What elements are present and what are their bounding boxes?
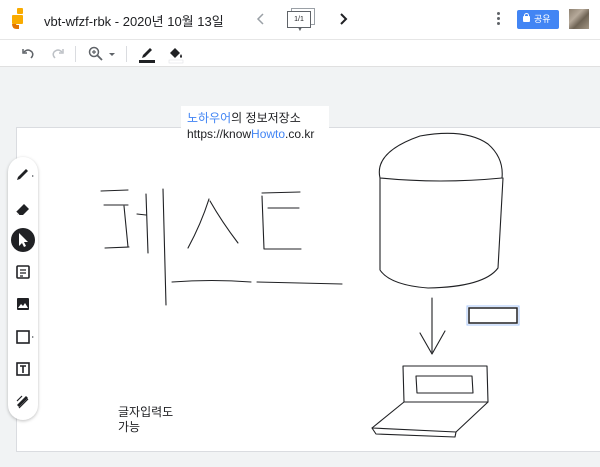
note-line-1: 글자입력도 [118, 405, 174, 419]
frame-counter: 1/1 [287, 11, 311, 28]
next-frame-button[interactable] [336, 10, 350, 28]
lock-icon [523, 13, 530, 22]
chevron-left-icon [256, 13, 264, 25]
eraser-icon[interactable] [11, 197, 35, 221]
zoom-icon[interactable] [86, 44, 106, 64]
whiteboard-canvas[interactable] [16, 127, 600, 452]
toolbar-divider [75, 46, 76, 62]
zoom-dropdown-icon[interactable] [106, 44, 118, 64]
label-line-2: https://knowHowto.co.kr [187, 126, 323, 142]
document-title[interactable]: vbt-wfzf-rbk - 2020년 10월 13일 [44, 11, 224, 30]
avatar[interactable] [569, 9, 589, 29]
redo-icon[interactable] [48, 44, 68, 64]
laser-icon[interactable] [11, 389, 35, 413]
note-line-2: 가능 [118, 420, 141, 434]
frame-bar-toggle[interactable]: 1/1 ▼ [285, 8, 317, 33]
fill-color-icon[interactable] [166, 44, 186, 64]
image-icon[interactable] [11, 292, 35, 316]
tool-sidebar [8, 157, 38, 420]
url-highlight: Howto [251, 127, 286, 141]
share-button[interactable]: 공유 [517, 10, 559, 29]
more-options-icon[interactable] [492, 11, 504, 29]
label-highlight: 노하우어 [187, 111, 232, 125]
text-box-label[interactable]: 노하우어의 정보저장소 https://knowHowto.co.kr [181, 106, 329, 144]
chevron-down-icon: ▼ [297, 27, 303, 33]
select-arrow-icon[interactable] [11, 228, 35, 252]
url-prefix: https://know [187, 127, 252, 141]
jamboard-logo-icon[interactable] [10, 8, 26, 30]
toolbar [0, 40, 600, 67]
pen-icon[interactable] [11, 163, 35, 187]
text-box-icon[interactable] [11, 357, 35, 381]
toolbar-divider [126, 46, 127, 62]
top-bar: vbt-wfzf-rbk - 2020년 10월 13일 1/1 ▼ 공유 [0, 0, 600, 40]
share-label: 공유 [534, 14, 551, 24]
undo-icon[interactable] [18, 44, 38, 64]
text-note[interactable]: 글자입력도 가능 [118, 405, 208, 435]
url-suffix: .co.kr [285, 127, 315, 141]
chevron-right-icon [340, 13, 348, 25]
shape-icon[interactable] [11, 325, 35, 349]
sticky-note-icon[interactable] [11, 260, 35, 284]
pen-color-icon[interactable] [137, 44, 157, 64]
label-line-1: 노하우어의 정보저장소 [187, 110, 323, 126]
previous-frame-button[interactable] [254, 10, 268, 28]
label-text: 의 정보저장소 [231, 111, 301, 125]
